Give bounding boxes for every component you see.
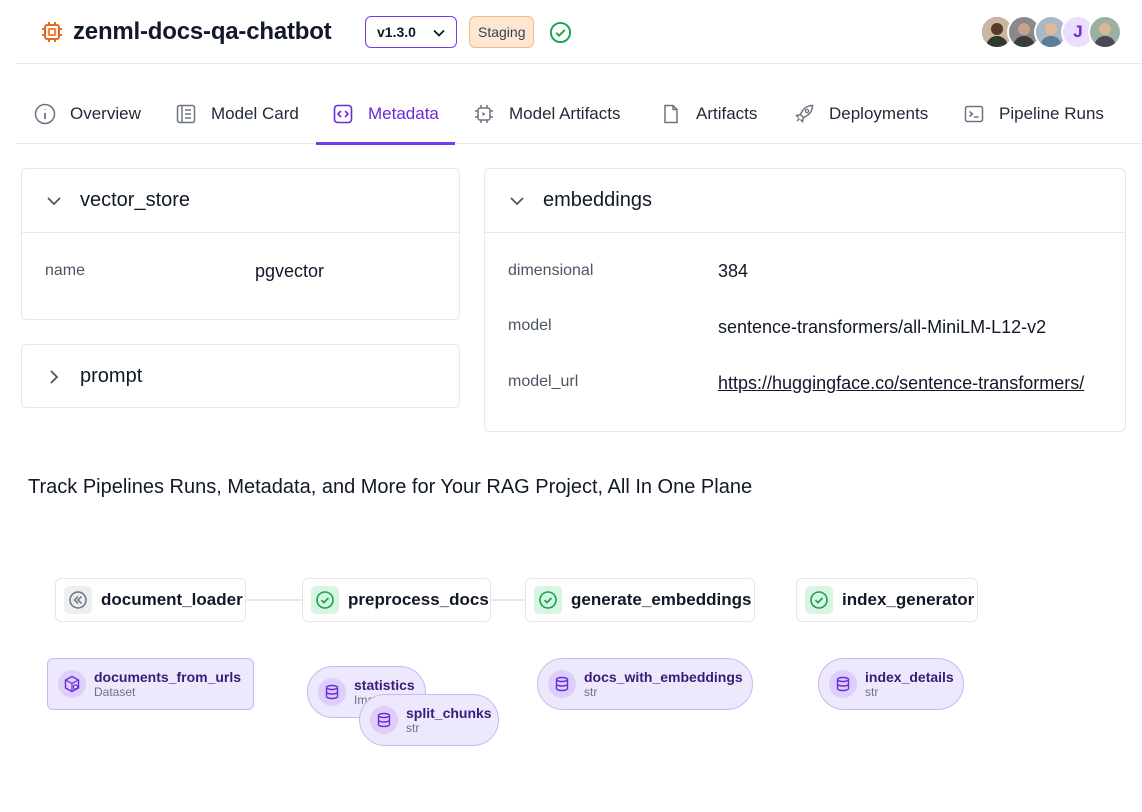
vector-store-body: name pgvector [22, 232, 459, 320]
top-header: zenml-docs-qa-chatbot v1.3.0 Staging J [16, 0, 1142, 64]
artifact-type: str [584, 685, 598, 699]
database-icon [370, 706, 398, 734]
chip-logo-icon [42, 22, 62, 42]
metadata-value: 384 [718, 261, 749, 281]
prompt-title: prompt [80, 365, 143, 387]
tab-label: Artifacts [696, 104, 758, 123]
artifact-documents-from-urls[interactable]: documents_from_urls Dataset [47, 658, 254, 710]
database-icon [548, 670, 576, 698]
person-icon [1090, 17, 1120, 47]
info-icon [34, 103, 56, 125]
check-circle-icon [534, 586, 562, 614]
tab-label: Overview [70, 104, 141, 123]
step-name: index_generator [842, 590, 975, 609]
vector-store-header[interactable]: vector_store [22, 169, 459, 232]
tab-label: Model Card [211, 104, 299, 123]
step-preprocess-docs[interactable]: preprocess_docs [302, 578, 491, 622]
artifact-name: docs_with_embeddings [584, 669, 743, 685]
artifact-name: statistics [354, 677, 415, 693]
dag-edge [246, 599, 302, 601]
embeddings-title: embeddings [543, 189, 652, 211]
check-circle-icon [311, 586, 339, 614]
step-document-loader[interactable]: document_loader [55, 578, 246, 622]
artifact-docs-with-embeddings[interactable]: docs_with_embeddings str [537, 658, 753, 710]
database-icon [829, 670, 857, 698]
embeddings-body: dimensional 384 model sentence-transform… [485, 232, 1125, 431]
tagline: Track Pipelines Runs, Metadata, and More… [28, 476, 753, 498]
check-circle-icon [549, 21, 572, 44]
vector-store-card: vector_store name pgvector [21, 168, 460, 320]
tab-label: Deployments [829, 104, 929, 123]
tab-artifacts[interactable]: Artifacts [660, 88, 757, 144]
artifact-type: str [406, 721, 420, 735]
cached-icon [64, 586, 92, 614]
artifact-type: str [865, 685, 879, 699]
metadata-key: name [45, 262, 86, 279]
tab-label: Pipeline Runs [999, 104, 1104, 123]
step-index-generator[interactable]: index_generator [796, 578, 978, 622]
prompt-card: prompt [21, 344, 460, 408]
step-name: preprocess_docs [348, 590, 489, 609]
step-generate-embeddings[interactable]: generate_embeddings [525, 578, 755, 622]
project-title: zenml-docs-qa-chatbot [73, 18, 332, 45]
tab-deployments[interactable]: Deployments [793, 88, 928, 144]
terminal-icon [964, 105, 984, 123]
code-icon [333, 104, 353, 124]
document-icon [176, 104, 196, 124]
dataset-icon [58, 670, 86, 698]
stage-badge: Staging [469, 16, 535, 48]
chip-icon [475, 105, 493, 123]
vector-store-title: vector_store [80, 189, 191, 211]
step-name: generate_embeddings [571, 590, 752, 609]
tab-model-artifacts[interactable]: Model Artifacts [473, 88, 621, 144]
tab-pipeline-runs[interactable]: Pipeline Runs [963, 88, 1104, 144]
artifact-name: split_chunks [406, 705, 492, 721]
artifact-name: documents_from_urls [94, 669, 242, 685]
metadata-value: pgvector [255, 261, 325, 281]
embeddings-card: embeddings dimensional 384 model sentenc… [484, 168, 1126, 432]
chevron-right-icon [50, 369, 59, 384]
model-url-link[interactable]: https://huggingface.co/sentence-transfor… [718, 373, 1084, 394]
artifact-type: Dataset [94, 685, 136, 699]
metadata-key: model [508, 317, 552, 334]
chevron-down-icon [433, 29, 445, 37]
tab-label: Model Artifacts [509, 104, 621, 123]
version-select[interactable]: v1.3.0 [365, 16, 457, 48]
check-circle-icon [805, 586, 833, 614]
tab-overview[interactable]: Overview [34, 88, 141, 144]
tab-metadata[interactable]: Metadata [316, 88, 455, 145]
step-name: document_loader [101, 590, 243, 609]
artifact-split-chunks[interactable]: split_chunks str [359, 694, 499, 746]
artifact-index-details[interactable]: index_details str [818, 658, 964, 710]
database-icon [318, 678, 346, 706]
chevron-down-icon [47, 196, 61, 205]
dag-edge [491, 599, 525, 601]
metadata-value: sentence-transformers/all-MiniLM-L12-v2 [718, 317, 1047, 337]
file-icon [664, 104, 678, 124]
artifact-name: index_details [865, 669, 954, 685]
metadata-key: model_url [508, 373, 579, 390]
model-tabs: Overview Model Card Metadata Model Artif… [16, 88, 1142, 145]
tab-model-card[interactable]: Model Card [175, 88, 299, 144]
version-label: v1.3.0 [377, 24, 416, 40]
embeddings-header[interactable]: embeddings [485, 169, 1125, 232]
chevron-down-icon [510, 196, 524, 205]
rocket-icon [795, 104, 814, 123]
prompt-header[interactable]: prompt [22, 345, 459, 408]
avatar[interactable] [1088, 15, 1122, 49]
metadata-key: dimensional [508, 262, 594, 279]
tab-label: Metadata [368, 104, 439, 123]
